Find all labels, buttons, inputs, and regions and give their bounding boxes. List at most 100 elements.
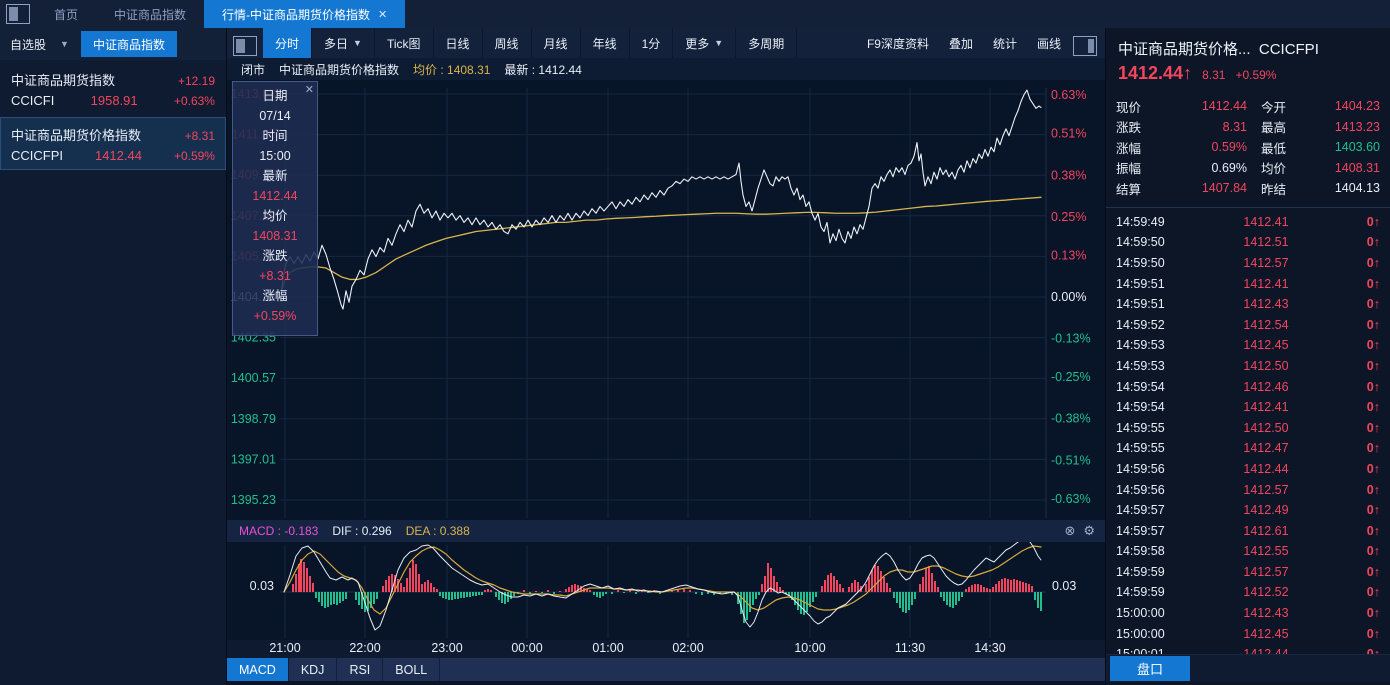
panel-toggle-left-icon[interactable] [233, 35, 257, 56]
macd-bar-up [937, 587, 939, 592]
tab-首页[interactable]: 首页 [36, 0, 96, 28]
macd-bar-up [400, 583, 402, 592]
toolbar-button-更多[interactable]: 更多 ▼ [673, 28, 737, 58]
toolbar-button-画线[interactable]: 画线 [1027, 28, 1071, 58]
watchlist-item[interactable]: 中证商品期货指数 +12.19 CCICFI 1958.91 +0.63% [0, 62, 226, 115]
up-arrow-icon: ↑ [1183, 63, 1193, 83]
tick-row: 14:59:53 1412.45 0↑ [1116, 335, 1380, 356]
macd-bar-down [908, 592, 910, 610]
indicator-tab-MACD[interactable]: MACD [227, 658, 289, 681]
macd-bar-down [812, 592, 814, 602]
detail-value: 1412.44 [1201, 99, 1247, 114]
macd-bar-up [833, 576, 835, 592]
order-book-button[interactable]: 盘口 [1110, 656, 1190, 681]
price-axis-label: 1395.23 [231, 493, 276, 507]
toolbar-button-1分[interactable]: 1分 [630, 28, 674, 58]
tooltip-row: 均价 [262, 209, 288, 223]
macd-bar-up [415, 564, 417, 592]
macd-bar-down [943, 592, 945, 601]
tab-中证商品指数[interactable]: 中证商品指数 [96, 0, 204, 28]
tick-price: 1412.61 [1243, 523, 1289, 538]
tick-up-arrow-icon: ↑ [1373, 317, 1380, 332]
macd-bar-down [902, 592, 904, 612]
macd-bar-down [707, 592, 709, 594]
toolbar-button-F9深度资料[interactable]: F9深度资料 [857, 28, 939, 58]
toolbar-button-统计[interactable]: 统计 [983, 28, 1027, 58]
indicator-close-icon[interactable]: ⊗ [1064, 523, 1075, 539]
tick-time: 15:00:00 [1116, 606, 1165, 621]
macd-bar-down [445, 592, 447, 599]
toolbar-button-月线[interactable]: 月线 [532, 28, 581, 58]
tick-up-arrow-icon: ↑ [1373, 523, 1380, 538]
toolbar-button-日线[interactable]: 日线 [434, 28, 483, 58]
indicator-tab-KDJ[interactable]: KDJ [289, 658, 338, 681]
toolbar-right-buttons: F9深度资料 叠加 统计 画线 [857, 28, 1071, 58]
tick-time: 14:59:56 [1116, 461, 1165, 476]
macd-bar-down [955, 592, 957, 605]
macd-bar-down [896, 592, 898, 603]
tooltip-close-icon[interactable]: ✕ [305, 83, 314, 96]
watchlist-sidebar: 自选股 ▼ 中证商品指数 中证商品期货指数 +12.19 CCICFI 1958.91… [0, 28, 227, 685]
toolbar-button-多周期[interactable]: 多周期 [736, 28, 798, 58]
quote-code: CCICFPI [1258, 41, 1319, 58]
watchlist-item[interactable]: 中证商品期货价格指数 +8.31 CCICFPI 1412.44 +0.59% [0, 117, 226, 170]
macd-bar-down [899, 592, 901, 608]
toolbar-button-label: 多日 [324, 36, 349, 51]
macd-bar-down [553, 592, 555, 594]
tick-up-arrow-icon: ↑ [1373, 441, 1380, 456]
tooltip-row: 时间 [262, 129, 288, 143]
average-price-line [280, 196, 1042, 294]
toolbar-button-label: 更多 [685, 36, 710, 51]
tick-list[interactable]: 14:59:49 1412.41 0↑ 14:59:50 1412.51 0↑ 14:59:… [1106, 210, 1390, 665]
macd-bar-down [758, 592, 760, 595]
tab-行情-中证商品期货价格指数[interactable]: 行情-中证商品期货价格指数 ✕ [204, 0, 406, 28]
divider [1106, 206, 1390, 208]
macd-bar-down [952, 592, 954, 608]
indicator-tab-BOLL[interactable]: BOLL [383, 658, 441, 681]
macd-bar-down [495, 592, 497, 597]
indicator-tab-bar: MACD KDJ RSI BOLL [227, 658, 1105, 681]
quote-price-line: 1412.44↑ 8.31 +0.59% [1106, 59, 1390, 90]
macd-bar-down [611, 592, 613, 594]
macd-bar-up [547, 590, 549, 592]
macd-bar-up [436, 589, 438, 592]
panel-toggle-icon[interactable] [6, 4, 30, 24]
tooltip-row: 1412.44 [252, 189, 298, 203]
macd-bar-up [827, 575, 829, 592]
tick-time: 14:59:57 [1116, 523, 1165, 538]
macd-bar-up [571, 585, 573, 592]
macd-bar-down [541, 592, 543, 593]
tick-row: 14:59:50 1412.51 0↑ [1116, 232, 1380, 253]
toolbar-button-多日[interactable]: 多日 ▼ [312, 28, 375, 58]
macd-bar-up [983, 587, 985, 592]
macd-bar-up [842, 588, 844, 592]
tick-volume: 0↑ [1366, 255, 1380, 270]
instrument-change: +12.19 [177, 74, 215, 88]
toolbar-button-周线[interactable]: 周线 [483, 28, 532, 58]
tick-row: 14:59:59 1412.52 0↑ [1116, 582, 1380, 603]
toolbar-button-年线[interactable]: 年线 [581, 28, 630, 58]
instrument-change: +8.31 [184, 129, 215, 143]
detail-value: 1408.31 [1334, 160, 1380, 175]
macd-bar-up [303, 562, 305, 592]
toolbar-button-叠加[interactable]: 叠加 [939, 28, 983, 58]
macd-bar-up [851, 583, 853, 592]
indicator-tab-RSI[interactable]: RSI [337, 658, 384, 681]
tick-volume: 0↑ [1366, 317, 1380, 332]
toolbar-button-分时[interactable]: 分时 [263, 28, 313, 58]
watchlist-group-dropdown[interactable]: 自选股 ▼ [0, 36, 79, 53]
macd-bar-down [439, 592, 441, 596]
indicator-settings-gear-icon[interactable]: ⚙ [1083, 523, 1095, 539]
toolbar-button-label: Tick图 [386, 36, 421, 51]
tick-volume: 0↑ [1366, 297, 1380, 312]
tick-up-arrow-icon: ↑ [1373, 214, 1380, 229]
sidebar-tab-index-group[interactable]: 中证商品指数 [80, 31, 177, 57]
toolbar-button-Tick图[interactable]: Tick图 [375, 28, 434, 58]
macd-bar-up [412, 560, 414, 592]
tab-label: 中证商品指数 [114, 7, 187, 22]
close-icon[interactable]: ✕ [378, 8, 387, 21]
macd-bar-up [298, 564, 300, 592]
panel-toggle-right-icon[interactable] [1073, 35, 1097, 56]
watchlist-item-row1: 中证商品期货价格指数 +8.31 [11, 125, 215, 144]
tick-time: 14:59:50 [1116, 255, 1165, 270]
